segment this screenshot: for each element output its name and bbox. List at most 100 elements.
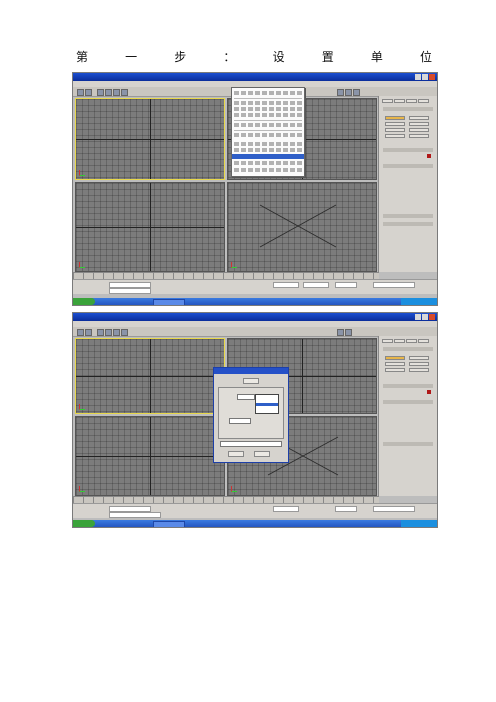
menu-item[interactable] [234, 91, 302, 95]
cancel-button[interactable] [254, 451, 270, 457]
scale-icon[interactable] [121, 89, 128, 96]
start-button[interactable] [73, 520, 95, 527]
create-tab[interactable] [382, 99, 393, 103]
object-category[interactable] [383, 107, 433, 111]
menu-item[interactable] [234, 107, 302, 111]
creation-method-rollout[interactable] [383, 400, 433, 404]
menu-item[interactable] [234, 113, 302, 117]
rotate-icon[interactable] [113, 89, 120, 96]
time-slider[interactable] [73, 496, 379, 503]
modify-tab[interactable] [394, 339, 405, 343]
start-button[interactable] [73, 298, 95, 305]
torus-button[interactable] [385, 134, 405, 138]
windows-taskbar [73, 298, 437, 305]
sphere-button[interactable] [385, 122, 405, 126]
material-editor-icon[interactable] [345, 329, 352, 336]
object-category[interactable] [383, 347, 433, 351]
object-color-swatch[interactable] [427, 390, 431, 394]
unit-option-selected[interactable] [256, 403, 278, 406]
material-editor-icon[interactable] [345, 89, 352, 96]
object-color-swatch[interactable] [427, 154, 431, 158]
ok-button[interactable] [228, 451, 244, 457]
unit-select-combo[interactable] [237, 394, 255, 400]
redo-icon[interactable] [85, 89, 92, 96]
hierarchy-tab[interactable] [406, 99, 417, 103]
playback-controls[interactable] [373, 282, 415, 288]
menu-item[interactable] [234, 161, 302, 165]
menu-item[interactable] [234, 123, 302, 127]
keyboard-entry-rollout[interactable] [383, 214, 433, 218]
window-controls[interactable] [415, 314, 435, 320]
name-color-rollout[interactable] [383, 148, 433, 152]
quick-render-icon[interactable] [353, 89, 360, 96]
close-icon[interactable] [429, 314, 435, 320]
viewport-top[interactable] [75, 98, 225, 180]
tube-button[interactable] [409, 128, 429, 132]
name-color-rollout[interactable] [383, 384, 433, 388]
viewport-top[interactable] [75, 338, 225, 414]
cylinder-button[interactable] [385, 368, 405, 372]
cylinder-button[interactable] [385, 128, 405, 132]
taskbar-app-3dsmax[interactable] [153, 521, 185, 527]
motion-tab[interactable] [418, 99, 429, 103]
viewport-left[interactable] [75, 182, 225, 272]
modify-tab[interactable] [394, 99, 405, 103]
box-button[interactable] [385, 356, 405, 360]
geosphere-button[interactable] [409, 362, 429, 366]
undo-icon[interactable] [77, 89, 84, 96]
redo-icon[interactable] [85, 329, 92, 336]
taskbar-app-3dsmax[interactable] [153, 299, 185, 305]
box-button[interactable] [385, 116, 405, 120]
heading-char-4: ： [223, 50, 236, 64]
move-icon[interactable] [105, 329, 112, 336]
system-unit-setup-button[interactable] [243, 378, 259, 384]
display-unit-scale-group [218, 387, 284, 439]
x-coordinate-field[interactable] [273, 506, 299, 512]
menu-item[interactable] [234, 168, 302, 172]
create-tab[interactable] [382, 339, 393, 343]
parameters-rollout[interactable] [383, 222, 433, 226]
minimize-icon[interactable] [415, 74, 421, 80]
lighting-units-field[interactable] [220, 441, 282, 447]
system-tray [401, 520, 437, 527]
menu-item[interactable] [234, 148, 302, 152]
time-slider[interactable] [73, 272, 379, 279]
prompt-field [109, 288, 151, 294]
scale-icon[interactable] [121, 329, 128, 336]
creation-method-rollout[interactable] [383, 164, 433, 168]
select-icon[interactable] [97, 89, 104, 96]
close-icon[interactable] [429, 74, 435, 80]
viewport-perspective[interactable] [227, 182, 377, 272]
minimize-icon[interactable] [415, 314, 421, 320]
select-icon[interactable] [97, 329, 104, 336]
keyboard-entry-rollout[interactable] [383, 442, 433, 446]
rotate-icon[interactable] [113, 329, 120, 336]
auto-key-button[interactable] [335, 506, 357, 512]
viewport-left[interactable] [75, 416, 225, 496]
maximize-icon[interactable] [422, 314, 428, 320]
pyramid-button[interactable] [409, 134, 429, 138]
menu-item[interactable] [234, 142, 302, 146]
prompt-field [109, 512, 161, 518]
cone-button[interactable] [409, 116, 429, 120]
cone-button[interactable] [409, 356, 429, 360]
lighting-units-combo[interactable] [229, 418, 251, 424]
playback-controls[interactable] [373, 506, 415, 512]
menu-item[interactable] [234, 133, 302, 137]
hierarchy-tab[interactable] [406, 339, 417, 343]
move-icon[interactable] [105, 89, 112, 96]
menu-item[interactable] [234, 101, 302, 105]
y-coordinate-field[interactable] [303, 282, 329, 288]
units-setup-menu-item[interactable] [232, 154, 304, 159]
x-coordinate-field[interactable] [273, 282, 299, 288]
window-controls[interactable] [415, 74, 435, 80]
motion-tab[interactable] [418, 339, 429, 343]
render-icon[interactable] [337, 329, 344, 336]
maximize-icon[interactable] [422, 74, 428, 80]
undo-icon[interactable] [77, 329, 84, 336]
render-icon[interactable] [337, 89, 344, 96]
geosphere-button[interactable] [409, 122, 429, 126]
sphere-button[interactable] [385, 362, 405, 366]
tube-button[interactable] [409, 368, 429, 372]
auto-key-button[interactable] [335, 282, 357, 288]
